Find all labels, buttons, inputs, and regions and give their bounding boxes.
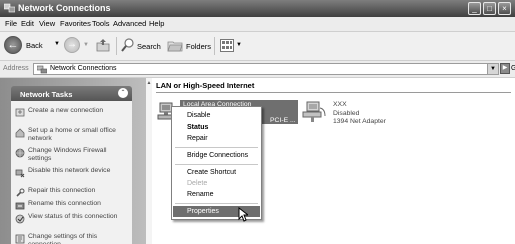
menu-tools[interactable]: Tools [92,19,110,28]
task-pane: Network Tasks ⌃ Create a new connection … [0,78,146,244]
menu-item-label: Repair [187,135,208,142]
repair-wrench-icon [16,188,25,197]
go-arrow-icon[interactable]: ▶ [500,63,510,74]
menu-item-label: Delete [187,180,208,187]
menu-item-label: Bridge Connections [187,152,249,159]
scroll-up-icon[interactable]: ▲ [146,80,152,86]
menu-favorites[interactable]: Favorites [60,19,91,28]
menu-item-label: Create Shortcut [187,169,237,176]
menu-item-label: Properties [187,208,219,215]
task-label: Set up a home or small office network [28,127,116,142]
go-button[interactable]: Go [511,65,515,72]
menu-separator [175,147,258,148]
change-settings-icon [15,234,25,244]
toolbar: ← Back ▼ → ▼ Search Folders ▼ [0,32,515,61]
menu-item-rename[interactable]: Rename [173,189,260,200]
disable-device-icon [15,169,25,178]
menu-item-repair[interactable]: Repair [173,133,260,144]
title-bar: Network Connections _ □ × [0,0,515,17]
forward-button[interactable]: → [64,37,80,53]
network-folder-icon [37,65,47,74]
adapter-connection-name: XXX [333,101,347,108]
menu-edit[interactable]: Edit [21,19,34,28]
network-connections-window: Network Connections _ □ × File Edit View… [0,0,515,244]
collapse-chevron-icon[interactable]: ⌃ [118,88,128,98]
views-grid-icon [220,39,234,52]
up-folder-icon[interactable] [96,38,110,52]
mouse-pointer-icon [238,207,248,222]
back-dropdown-icon[interactable]: ▼ [54,41,60,47]
menu-separator [175,164,258,165]
address-bar: Address Network Connections ▼ ▶ Go [0,61,515,78]
content-scrollbar[interactable]: ▲ [146,78,152,244]
menu-item-label: Status [187,124,209,131]
close-button[interactable]: × [498,2,511,15]
folders-label: Folders [186,42,212,51]
folders-icon [167,41,183,52]
search-icon [121,38,134,52]
minimize-button[interactable]: _ [468,2,481,15]
views-button[interactable]: ▼ [219,38,243,54]
toolbar-separator [214,37,215,55]
toolbar-separator [116,37,117,55]
menu-item-status[interactable]: Status [173,122,260,133]
lan-connection-device: PCI-E ... [270,117,296,124]
network-tasks-title: Network Tasks [20,90,73,99]
task-label: Repair this connection [28,187,96,194]
address-field[interactable]: Network Connections ▼ [33,63,499,75]
menu-separator [175,203,258,204]
maximize-button[interactable]: □ [483,2,496,15]
forward-dropdown-icon[interactable]: ▼ [83,42,89,48]
group-divider [156,92,511,93]
task-label: Rename this connection [28,200,101,207]
menu-item-bridge-connections[interactable]: Bridge Connections [173,150,260,161]
views-dropdown-icon: ▼ [236,42,242,48]
back-arrow-icon: ← [4,36,22,54]
rename-icon [15,202,25,210]
new-connection-icon [15,108,25,117]
folders-button[interactable]: Folders [166,36,212,56]
adapter-connection-status: Disabled [333,110,360,117]
home-network-icon [15,128,25,138]
network-tasks-header[interactable]: Network Tasks ⌃ [11,86,132,101]
task-label: View status of this connection [28,213,118,220]
firewall-globe-icon [15,148,25,158]
context-menu: Disable Status Repair Bridge Connections… [171,106,262,220]
task-label: Change settings of this connection [28,233,98,244]
menu-advanced[interactable]: Advanced [113,19,146,28]
task-label: Change Windows Firewall settings [28,147,107,162]
menu-help[interactable]: Help [149,19,164,28]
network-connections-icon [4,3,15,13]
back-label: Back [26,41,43,50]
menu-item-delete[interactable]: Delete [173,178,260,189]
address-dropdown-icon[interactable]: ▼ [487,64,498,74]
search-label: Search [137,42,161,51]
menu-item-create-shortcut[interactable]: Create Shortcut [173,167,260,178]
adapter-connection-device: 1394 Net Adapter [333,118,386,125]
address-value: Network Connections [50,65,117,72]
search-button[interactable]: Search [120,36,164,56]
menu-file[interactable]: File [5,19,17,28]
network-tasks-list: Create a new connection Set up a home or… [11,101,132,244]
menu-item-disable[interactable]: Disable [173,110,260,121]
group-header: LAN or High-Speed Internet [156,81,255,90]
task-label: Disable this network device [28,167,111,174]
window-title: Network Connections [18,3,111,13]
task-label: Create a new connection [28,107,104,114]
view-status-icon [15,214,25,224]
back-button[interactable]: ← Back ▼ [2,35,62,57]
menu-item-label: Rename [187,191,214,198]
menu-view[interactable]: View [39,19,55,28]
network-adapter-icon[interactable] [301,100,327,124]
menu-item-label: Disable [187,112,211,119]
address-label: Address [3,65,29,72]
menu-bar: File Edit View Favorites Tools Advanced … [0,17,515,32]
